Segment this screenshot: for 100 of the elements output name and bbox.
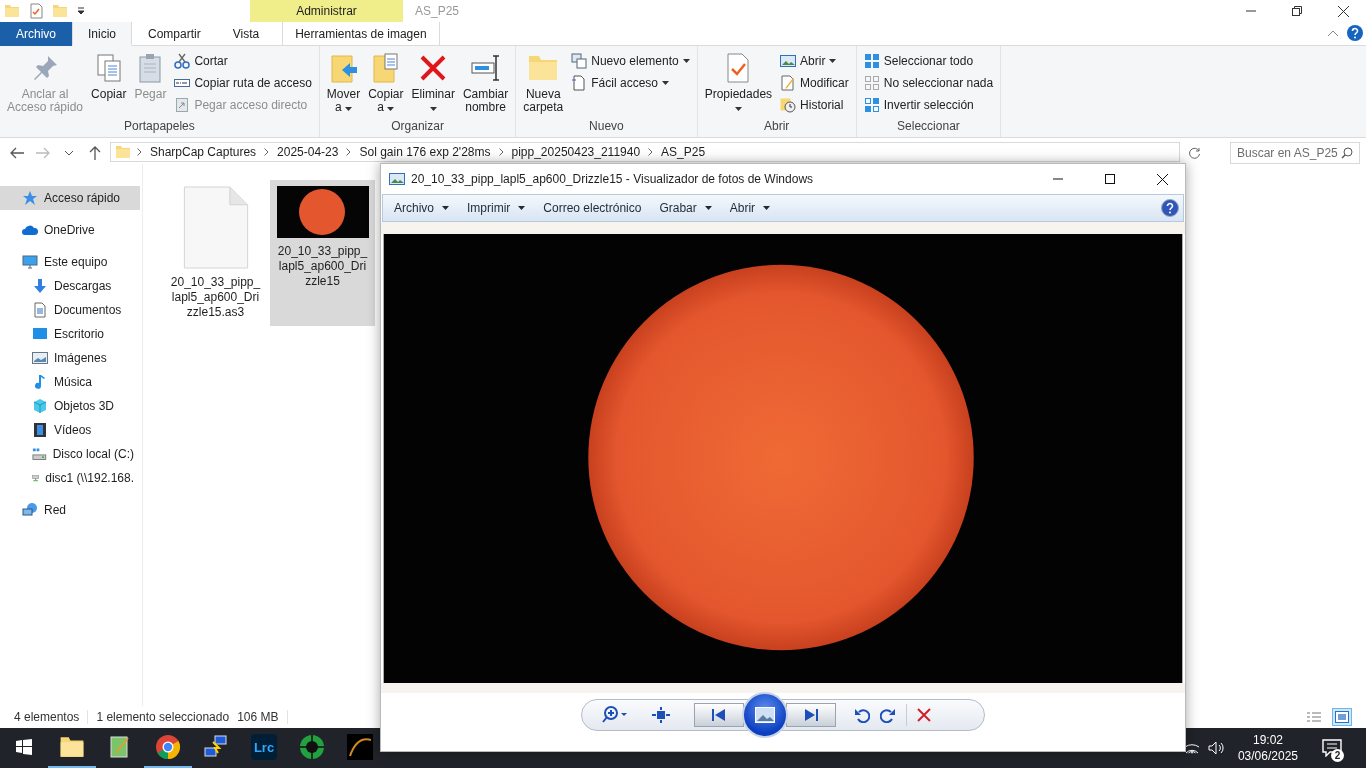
file-item[interactable]: 20_10_33_pipp_lapl5_ap600_Drizzle15.as3 xyxy=(163,180,268,326)
notepad-icon xyxy=(108,735,132,759)
star-icon xyxy=(22,190,38,206)
ribbon-button[interactable]: Abrir xyxy=(777,50,852,72)
ribbon-button[interactable]: Fácil acceso xyxy=(568,72,693,94)
delete-button[interactable] xyxy=(917,708,931,722)
ribbon-button[interactable]: Copiar a xyxy=(365,48,407,119)
clock[interactable]: 19:02 03/06/2025 xyxy=(1231,732,1304,764)
ribbon-button[interactable]: Copiar xyxy=(88,48,130,119)
help-button[interactable] xyxy=(1344,22,1366,44)
sidebar-item[interactable]: Vídeos xyxy=(0,418,140,442)
selection-info: 1 elemento seleccionado xyxy=(96,710,230,724)
sidebar-item[interactable]: Música xyxy=(0,370,140,394)
refresh-icon xyxy=(1189,147,1201,159)
picture-icon xyxy=(780,53,797,69)
breadcrumb[interactable]: pipp_20250423_211940 xyxy=(509,145,643,159)
ribbon-button[interactable]: Nuevo elemento xyxy=(568,50,693,72)
menu-item[interactable]: Abrir xyxy=(720,201,780,215)
caret-icon xyxy=(704,206,712,210)
ribbon-tab[interactable]: Archivo xyxy=(0,22,72,46)
ribbon-button[interactable]: Copiar ruta de acceso xyxy=(171,72,315,94)
history-icon xyxy=(780,97,797,113)
menu-item[interactable]: Grabar xyxy=(650,201,721,215)
large-icons-view-button[interactable] xyxy=(1332,708,1352,726)
ribbon-tab[interactable]: Vista xyxy=(216,22,276,46)
search-field[interactable]: Buscar en AS_P25 xyxy=(1230,142,1360,164)
drive-icon xyxy=(32,446,47,462)
sidebar-item[interactable]: disc1 (\\192.168. xyxy=(0,466,140,490)
menu-item[interactable]: Imprimir xyxy=(458,201,535,215)
item-count: 4 elementos xyxy=(14,710,80,724)
breadcrumb[interactable]: Sol gain 176 exp 2'28ms xyxy=(357,145,493,159)
chevron-icon xyxy=(346,148,352,156)
sidebar-item[interactable]: Disco local (C:) xyxy=(0,442,140,466)
previous-button[interactable] xyxy=(694,703,744,727)
menu-item[interactable]: Archivo xyxy=(385,201,458,215)
rotate-right-button[interactable] xyxy=(880,707,896,723)
address-bar[interactable]: SharpCap Captures 2025-04-23 Sol gain 176 exp 2'28ms pipp_20250423_211940 AS_P25 xyxy=(110,142,1180,162)
monitor-icon xyxy=(22,254,38,270)
ribbon-button[interactable]: Nueva carpeta xyxy=(520,48,567,119)
fit-window-button[interactable] xyxy=(652,707,670,723)
rotate-left-button[interactable] xyxy=(854,707,870,723)
ribbon-button[interactable]: Historial xyxy=(777,94,852,116)
ribbon-tab[interactable]: Compartir xyxy=(132,22,217,46)
ribbon-button[interactable]: Invertir selección xyxy=(860,94,997,116)
forward-arrow-icon xyxy=(36,147,50,159)
ribbon-button[interactable]: Eliminar xyxy=(408,48,458,119)
list-icon xyxy=(1307,711,1321,723)
select-none-icon xyxy=(863,75,880,91)
selection-size: 106 MB xyxy=(237,710,279,724)
next-button[interactable] xyxy=(786,703,836,727)
ribbon-button[interactable]: Propiedades xyxy=(701,48,776,119)
ribbon-button[interactable]: Cortar xyxy=(171,50,315,72)
slideshow-button[interactable] xyxy=(742,692,788,738)
ribbon-button[interactable]: Mover a xyxy=(323,48,364,119)
menu-item[interactable]: Correo electrónico xyxy=(534,201,651,215)
sidebar-item[interactable]: Acceso rápido xyxy=(0,186,140,210)
computers-icon xyxy=(203,734,229,760)
picture-icon xyxy=(389,171,405,187)
help-button[interactable] xyxy=(1159,197,1181,219)
breadcrumb[interactable]: SharpCap Captures xyxy=(148,145,259,159)
document-icon xyxy=(571,75,588,91)
folder-icon xyxy=(4,3,20,19)
sidebar-item[interactable]: Red xyxy=(0,498,140,522)
caret-icon xyxy=(387,107,395,111)
search-icon xyxy=(1341,147,1353,159)
sidebar-item[interactable]: Documentos xyxy=(0,298,140,322)
caret-icon xyxy=(76,6,86,16)
back-arrow-icon xyxy=(10,147,24,159)
rotate-right-icon xyxy=(880,707,896,723)
taskbar-app[interactable]: Lrc xyxy=(240,728,288,768)
ribbon-button[interactable]: Seleccionar todo xyxy=(860,50,997,72)
sidebar-item[interactable]: Imágenes xyxy=(0,346,140,370)
picture-icon xyxy=(1335,711,1349,723)
up-arrow-icon xyxy=(89,146,101,160)
ribbon-button[interactable]: Modificar xyxy=(777,72,852,94)
ribbon-button[interactable]: Cambiar nombre xyxy=(459,48,512,119)
ribbon-tab[interactable]: Inicio xyxy=(72,22,133,46)
window-title: AS_P25 xyxy=(414,3,461,20)
close-icon xyxy=(1156,173,1168,185)
sidebar-item[interactable]: Descargas xyxy=(0,274,140,298)
chevron-down-icon xyxy=(65,150,73,156)
breadcrumb[interactable]: AS_P25 xyxy=(659,145,708,159)
skip-forward-icon xyxy=(804,709,818,721)
sidebar-item[interactable]: Objetos 3D xyxy=(0,394,140,418)
window-title: 20_10_33_pipp_lapl5_ap600_Drizzle15 - Visualizador de fotos de Windows xyxy=(411,172,815,186)
sidebar-item[interactable]: Escritorio xyxy=(0,322,140,346)
notifications-button[interactable]: 2 xyxy=(1312,728,1352,768)
caret-icon xyxy=(662,81,669,85)
breadcrumb[interactable]: 2025-04-23 xyxy=(275,145,341,159)
film-icon xyxy=(32,422,48,438)
caret-icon xyxy=(518,206,526,210)
sidebar-item[interactable]: OneDrive xyxy=(0,218,140,242)
help-icon xyxy=(1347,25,1363,41)
group-label: Abrir xyxy=(763,119,791,135)
zoom-button[interactable] xyxy=(602,706,628,724)
file-item[interactable]: 20_10_33_pipp_lapl5_ap600_Drizzle15 xyxy=(270,180,375,326)
sidebar-item[interactable]: Este equipo xyxy=(0,250,140,274)
ribbon-button[interactable]: No seleccionar nada xyxy=(860,72,997,94)
speech-bubble-icon xyxy=(1322,739,1342,757)
close-icon xyxy=(1337,5,1349,17)
